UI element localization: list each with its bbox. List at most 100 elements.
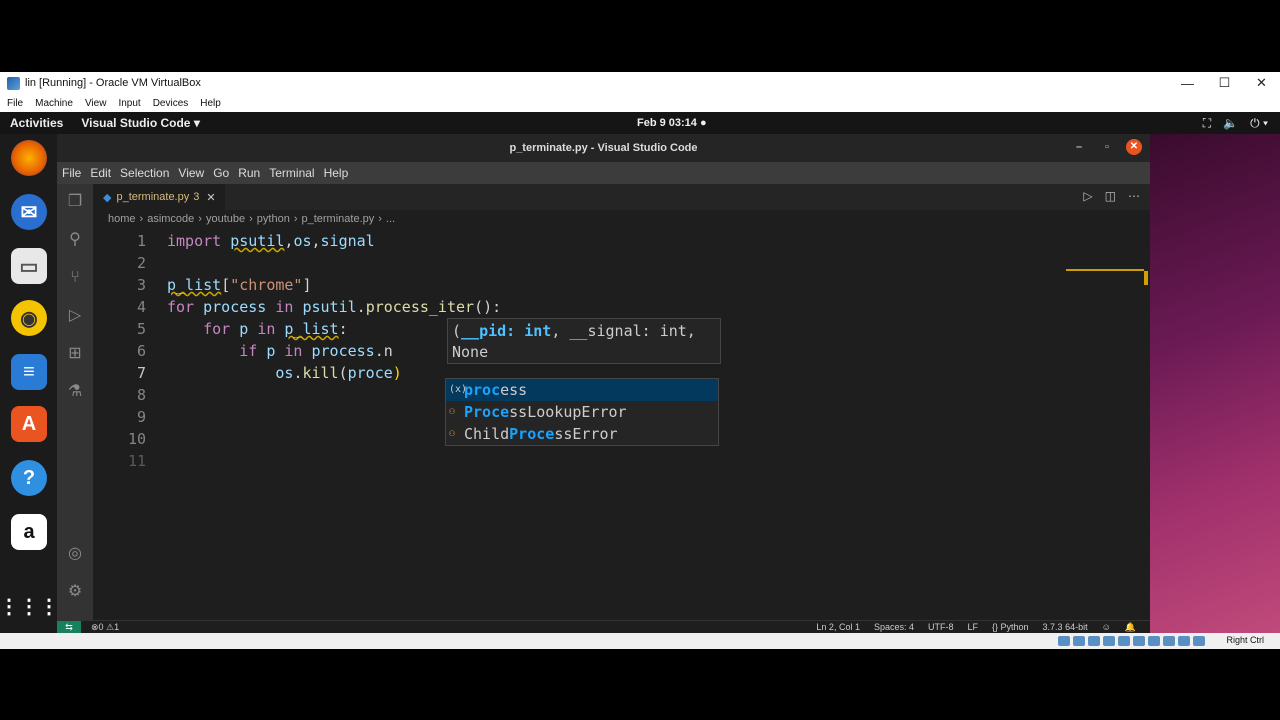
tab-p-terminate[interactable]: ◆ p_terminate.py 3 ✕ (93, 184, 225, 210)
notifications-icon[interactable]: 🔔 (1125, 622, 1136, 633)
files-icon[interactable]: ▭ (11, 248, 47, 284)
activities-button[interactable]: Activities (10, 116, 63, 130)
line-number: 8 (136, 386, 146, 404)
amazon-icon[interactable]: a (11, 514, 47, 550)
suggestion-match: Proce (464, 403, 510, 421)
run-debug-icon[interactable]: ▷ (65, 306, 85, 326)
remote-indicator-icon[interactable]: ⇆ (57, 620, 81, 633)
screen: lin [Running] - Oracle VM VirtualBox — ☐… (0, 0, 1280, 720)
thunderbird-icon[interactable]: ✉ (11, 194, 47, 230)
code-line: for process in psutil.process_iter(): (167, 298, 502, 316)
status-bar: ⇆ ⊗0 ⚠1 Ln 2, Col 1 Spaces: 4 UTF-8 LF {… (57, 620, 1150, 633)
clock[interactable]: Feb 9 03:14 ● (637, 117, 707, 129)
explorer-icon[interactable]: ❐ (65, 192, 85, 212)
writer-icon[interactable]: ≡ (11, 354, 47, 390)
search-icon[interactable]: ⚲ (65, 230, 85, 250)
split-editor-icon[interactable]: ◫ (1105, 189, 1116, 203)
suggestion-item[interactable]: ⚇ ChildProcessError (446, 423, 718, 445)
mouse-integration-icon[interactable] (1178, 636, 1190, 646)
power-icon[interactable]: ⏻ ▾ (1250, 116, 1268, 131)
keyboard-icon[interactable] (1193, 636, 1205, 646)
display-icon[interactable] (1148, 636, 1160, 646)
suggestion-item[interactable]: (x) process (446, 379, 718, 401)
feedback-icon[interactable]: ☺ (1102, 622, 1111, 633)
maximize-button[interactable]: ☐ (1206, 72, 1243, 94)
signature-active-param: __pid: int (461, 322, 552, 340)
breadcrumb-item[interactable]: youtube (206, 213, 245, 225)
code-line: if p in process.n (239, 342, 393, 360)
volume-icon[interactable]: 🔈 (1223, 116, 1238, 131)
testing-icon[interactable]: ⚗ (65, 382, 85, 402)
vs-menu-go[interactable]: Go (213, 166, 229, 180)
code-line: for p in p_list: (203, 320, 348, 338)
recording-icon[interactable] (1163, 636, 1175, 646)
menu-devices[interactable]: Devices (153, 98, 189, 109)
editor-tabs: ◆ p_terminate.py 3 ✕ ▷ ◫ ⋯ (93, 184, 1150, 210)
vscode-close-button[interactable]: ✕ (1126, 139, 1142, 155)
vs-menu-run[interactable]: Run (238, 166, 260, 180)
indentation[interactable]: Spaces: 4 (874, 622, 914, 633)
suggestion-match: proc (464, 381, 501, 399)
suggestion-item[interactable]: ⚇ ProcessLookupError (446, 401, 718, 423)
settings-gear-icon[interactable]: ⚙ (65, 582, 85, 602)
apps-grid-icon[interactable]: ⋮⋮⋮ (0, 588, 59, 624)
desktop-wallpaper (1150, 134, 1280, 633)
breadcrumb-file[interactable]: p_terminate.py (301, 213, 374, 225)
close-button[interactable]: ✕ (1243, 72, 1280, 94)
vs-menu-edit[interactable]: Edit (90, 166, 111, 180)
network-adapter-icon[interactable] (1103, 636, 1115, 646)
vs-menu-help[interactable]: Help (324, 166, 349, 180)
host-key-label: Right Ctrl (1226, 635, 1264, 645)
virtualbox-statusbar: Right Ctrl (0, 633, 1280, 649)
code-line: import psutil,os,signal (167, 232, 375, 250)
software-icon[interactable]: A (11, 406, 47, 442)
app-menu[interactable]: Visual Studio Code ▾ (81, 116, 199, 130)
line-number: 4 (136, 298, 146, 316)
virtualbox-titlebar: lin [Running] - Oracle VM VirtualBox — ☐… (0, 72, 1280, 94)
vscode-maximize-button[interactable]: ▫ (1098, 141, 1116, 153)
source-control-icon[interactable]: ⑂ (65, 268, 85, 288)
ubuntu-dock: ✉ ▭ ◉ ≡ A ? a ⋮⋮⋮ (0, 134, 59, 633)
cursor-position[interactable]: Ln 2, Col 1 (816, 622, 860, 633)
menu-file[interactable]: File (7, 98, 23, 109)
minimize-button[interactable]: — (1169, 72, 1206, 94)
breadcrumb-item[interactable]: home (108, 213, 136, 225)
breadcrumb-item[interactable]: asimcode (147, 213, 194, 225)
problems-indicator[interactable]: ⊗0 ⚠1 (91, 622, 119, 633)
shared-folders-icon[interactable] (1133, 636, 1145, 646)
run-file-icon[interactable]: ▷ (1083, 189, 1092, 203)
help-icon[interactable]: ? (11, 460, 47, 496)
breadcrumb-item[interactable]: ... (386, 213, 395, 225)
vs-menu-view[interactable]: View (178, 166, 204, 180)
vscode-titlebar: p_terminate.py - Visual Studio Code – ▫ … (57, 134, 1150, 162)
optical-drive-icon[interactable] (1073, 636, 1085, 646)
code-editor[interactable]: 1 import psutil,os,signal 2 3 p_list["chro… (93, 228, 1150, 620)
breadcrumb-item[interactable]: python (257, 213, 290, 225)
vscode-minimize-button[interactable]: – (1070, 141, 1088, 153)
account-icon[interactable]: ◎ (65, 544, 85, 564)
line-ending[interactable]: LF (967, 622, 978, 633)
menu-view[interactable]: View (85, 98, 107, 109)
menu-input[interactable]: Input (118, 98, 140, 109)
virtualbox-window: lin [Running] - Oracle VM VirtualBox — ☐… (0, 72, 1280, 649)
vs-menu-terminal[interactable]: Terminal (269, 166, 314, 180)
menu-machine[interactable]: Machine (35, 98, 73, 109)
suggestion-rest: ssError (554, 425, 618, 443)
more-actions-icon[interactable]: ⋯ (1128, 189, 1140, 203)
firefox-icon[interactable] (11, 140, 47, 176)
network-icon[interactable]: ⛶ (1203, 116, 1211, 131)
rhythmbox-icon[interactable]: ◉ (11, 300, 47, 336)
language-mode[interactable]: {} Python (992, 622, 1029, 633)
usb-icon[interactable] (1118, 636, 1130, 646)
vs-menu-selection[interactable]: Selection (120, 166, 169, 180)
hdd-icon[interactable] (1058, 636, 1070, 646)
menu-help[interactable]: Help (200, 98, 221, 109)
audio-icon[interactable] (1088, 636, 1100, 646)
code-line: os.kill(proce) (275, 364, 402, 382)
extensions-icon[interactable]: ⊞ (65, 344, 85, 364)
encoding[interactable]: UTF-8 (928, 622, 954, 633)
close-tab-icon[interactable]: ✕ (206, 191, 215, 204)
python-interpreter[interactable]: 3.7.3 64-bit (1043, 622, 1088, 633)
vs-menu-file[interactable]: File (62, 166, 81, 180)
line-number: 3 (136, 276, 146, 294)
